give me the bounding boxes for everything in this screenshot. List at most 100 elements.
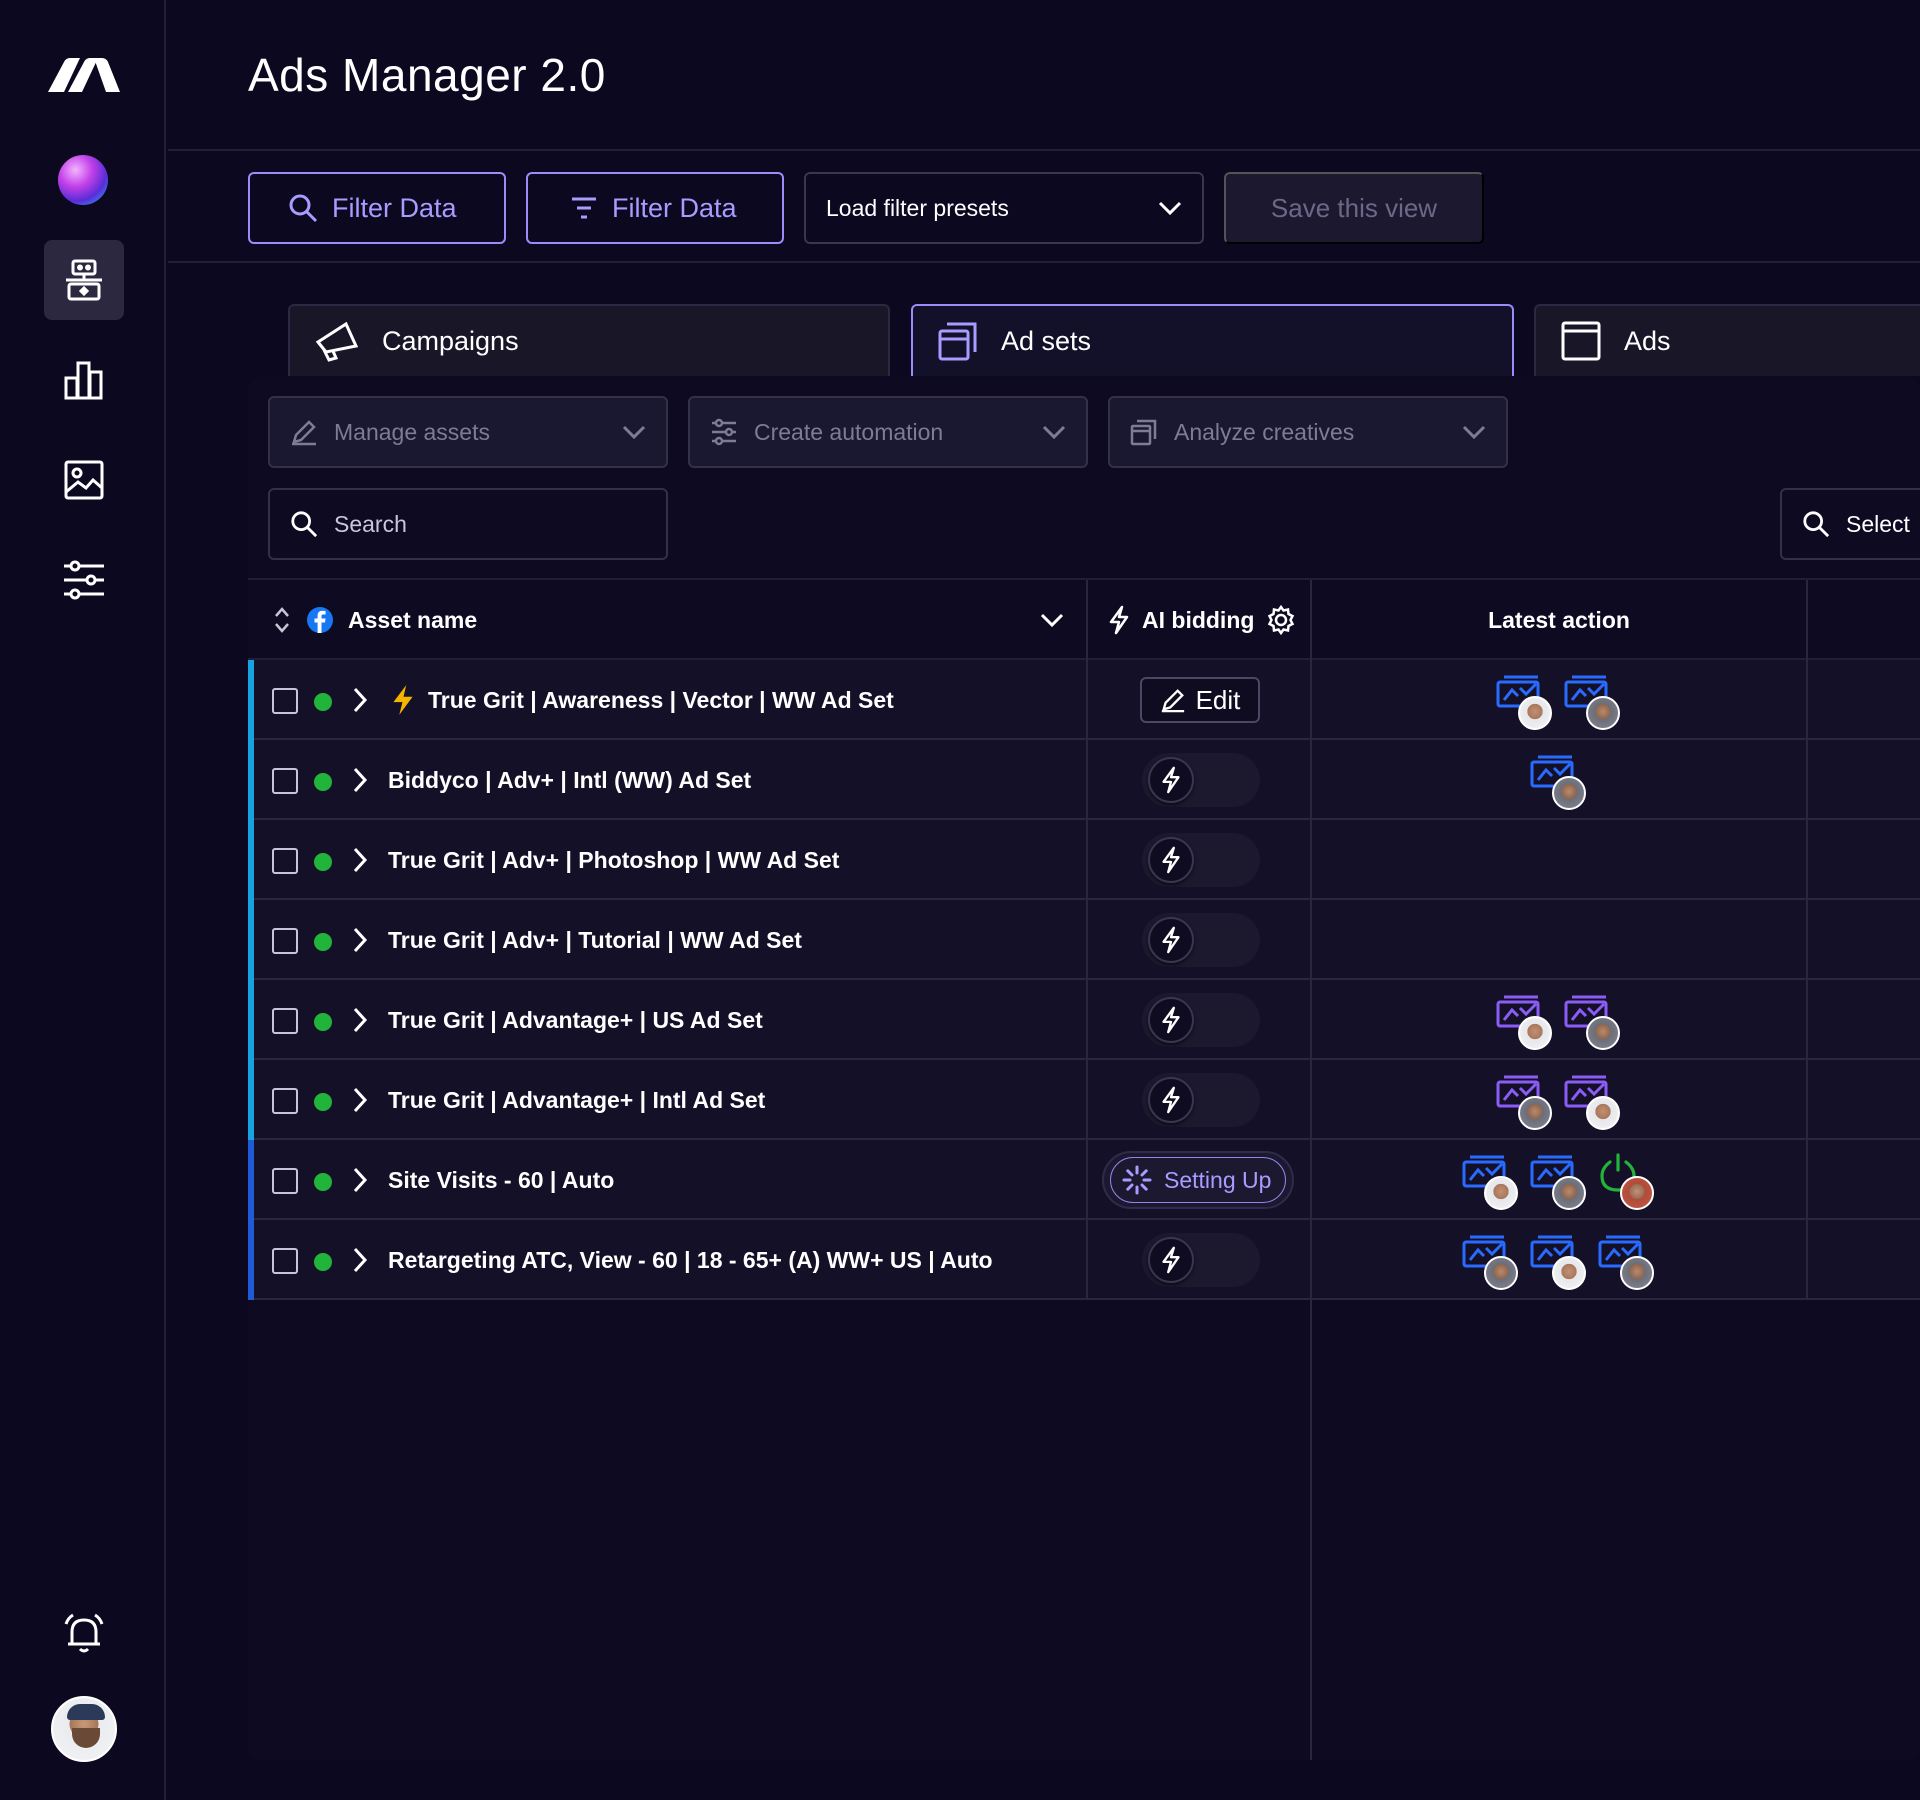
table-row[interactable]: True Grit | Adv+ | Tutorial | WW Ad Set xyxy=(248,900,1920,980)
load-filter-presets-select[interactable]: Load filter presets xyxy=(804,172,1204,244)
table-row[interactable]: True Grit | Adv+ | Photoshop | WW Ad Set xyxy=(248,820,1920,900)
row-status-stripe xyxy=(248,1220,254,1300)
budget-change-action-icon[interactable] xyxy=(1496,994,1552,1050)
budget-change-action-icon[interactable] xyxy=(1496,674,1552,730)
stacked-pages-icon xyxy=(1130,419,1157,446)
tab-ads-label: Ads xyxy=(1624,325,1671,356)
row-status-stripe xyxy=(248,1060,254,1140)
ai-bidding-toggle[interactable] xyxy=(1142,1233,1260,1287)
table-row[interactable]: True Grit | Advantage+ | US Ad Set xyxy=(248,980,1920,1060)
toolbar-divider xyxy=(168,261,1920,263)
column-latest-action[interactable]: Latest action xyxy=(1312,580,1806,660)
budget-change-action-icon[interactable] xyxy=(1530,1154,1586,1210)
power-toggle-action-icon[interactable] xyxy=(1598,1153,1654,1210)
budget-change-action-icon[interactable] xyxy=(1496,1074,1552,1130)
ai-bidding-toggle[interactable] xyxy=(1142,1073,1260,1127)
filter-data-search-label: Filter Data xyxy=(332,192,457,223)
ai-bidding-toggle[interactable] xyxy=(1142,993,1260,1047)
budget-change-action-icon[interactable] xyxy=(1564,994,1620,1050)
analytics-nav-icon[interactable] xyxy=(44,340,124,420)
tab-campaigns[interactable]: Campaigns xyxy=(288,304,890,376)
pencil-icon xyxy=(292,420,316,446)
asset-name[interactable]: Retargeting ATC, View - 60 | 18 - 65+ (A… xyxy=(388,1220,993,1300)
user-avatar xyxy=(1552,776,1586,810)
row-status-stripe xyxy=(248,820,254,900)
row-status-stripe xyxy=(248,660,254,740)
manage-assets-dropdown[interactable]: Manage assets xyxy=(268,396,668,468)
ai-bidding-toggle[interactable] xyxy=(1142,753,1260,807)
chevron-right-icon[interactable] xyxy=(352,1086,368,1119)
chevron-right-icon[interactable] xyxy=(352,846,368,879)
tab-ads[interactable]: Ads xyxy=(1534,304,1920,376)
chevron-right-icon[interactable] xyxy=(352,1166,368,1199)
asset-name[interactable]: True Grit | Awareness | Vector | WW Ad S… xyxy=(428,660,894,740)
sliders-icon xyxy=(712,418,736,446)
tab-ad-sets[interactable]: Ad sets xyxy=(911,304,1514,376)
search-input[interactable]: Search xyxy=(268,488,668,560)
table-row[interactable]: True Grit | Advantage+ | Intl Ad Set xyxy=(248,1060,1920,1140)
sort-icon[interactable] xyxy=(272,605,292,635)
gear-icon[interactable] xyxy=(1266,605,1296,635)
chevron-right-icon[interactable] xyxy=(352,1246,368,1279)
page-title: Ads Manager 2.0 xyxy=(248,49,606,101)
user-avatar[interactable] xyxy=(51,1696,117,1762)
budget-change-action-icon[interactable] xyxy=(1564,674,1620,730)
chevron-right-icon[interactable] xyxy=(352,766,368,799)
budget-change-action-icon[interactable] xyxy=(1530,754,1586,810)
column-asset-name[interactable]: Asset name xyxy=(272,580,1072,660)
ai-bidding-toggle[interactable] xyxy=(1142,913,1260,967)
budget-change-action-icon[interactable] xyxy=(1564,1074,1620,1130)
row-checkbox[interactable] xyxy=(272,848,298,874)
asset-name[interactable]: True Grit | Advantage+ | US Ad Set xyxy=(388,980,763,1060)
column-ai-bidding-label: AI bidding xyxy=(1142,606,1255,633)
chevron-right-icon[interactable] xyxy=(352,686,368,719)
table-row[interactable]: Biddyco | Adv+ | Intl (WW) Ad Set xyxy=(248,740,1920,820)
asset-name[interactable]: True Grit | Adv+ | Tutorial | WW Ad Set xyxy=(388,900,802,980)
asset-name[interactable]: True Grit | Adv+ | Photoshop | WW Ad Set xyxy=(388,820,839,900)
status-active-dot xyxy=(314,853,332,871)
lightning-bolt-icon xyxy=(1148,917,1194,963)
budget-change-action-icon[interactable] xyxy=(1462,1234,1518,1290)
budget-change-action-icon[interactable] xyxy=(1530,1234,1586,1290)
table-row[interactable]: True Grit | Awareness | Vector | WW Ad S… xyxy=(248,660,1920,740)
row-checkbox[interactable] xyxy=(272,1168,298,1194)
search-icon xyxy=(1803,511,1830,538)
row-checkbox[interactable] xyxy=(272,1008,298,1034)
edit-bidding-button[interactable]: Edit xyxy=(1140,677,1260,723)
column-ai-bidding[interactable]: AI bidding xyxy=(1108,580,1308,660)
filter-data-search-button[interactable]: Filter Data xyxy=(248,172,506,244)
row-checkbox[interactable] xyxy=(272,1088,298,1114)
ads-manager-nav-icon[interactable] xyxy=(44,240,124,320)
column-divider xyxy=(1086,580,1088,1300)
creatives-gallery-nav-icon[interactable] xyxy=(44,440,124,520)
chevron-right-icon[interactable] xyxy=(352,1006,368,1039)
asset-name[interactable]: Site Visits - 60 | Auto xyxy=(388,1140,614,1220)
column-asset-name-label: Asset name xyxy=(348,606,478,633)
analyze-creatives-dropdown[interactable]: Analyze creatives xyxy=(1108,396,1508,468)
budget-change-action-icon[interactable] xyxy=(1462,1154,1518,1210)
brand-logo-icon[interactable] xyxy=(46,56,122,99)
row-checkbox[interactable] xyxy=(272,688,298,714)
row-checkbox[interactable] xyxy=(272,1248,298,1274)
table-row[interactable]: Site Visits - 60 | Auto xyxy=(248,1140,1920,1220)
row-checkbox[interactable] xyxy=(272,928,298,954)
column-latest-action-label: Latest action xyxy=(1488,606,1630,633)
notifications-bell-icon[interactable] xyxy=(44,1594,124,1674)
asset-name[interactable]: True Grit | Advantage+ | Intl Ad Set xyxy=(388,1060,765,1140)
row-checkbox[interactable] xyxy=(272,768,298,794)
ai-assistant-orb-icon[interactable] xyxy=(58,155,108,205)
create-automation-dropdown[interactable]: Create automation xyxy=(688,396,1088,468)
automation-settings-nav-icon[interactable] xyxy=(44,540,124,620)
budget-change-action-icon[interactable] xyxy=(1598,1234,1654,1290)
ai-bidding-toggle[interactable] xyxy=(1142,833,1260,887)
filter-data-button[interactable]: Filter Data xyxy=(526,172,784,244)
select-search-input[interactable]: Select xyxy=(1780,488,1920,560)
user-avatar xyxy=(1484,1256,1518,1290)
chevron-right-icon[interactable] xyxy=(352,926,368,959)
select-label: Select xyxy=(1846,510,1910,537)
save-view-button[interactable]: Save this view xyxy=(1224,172,1484,244)
table-row[interactable]: Retargeting ATC, View - 60 | 18 - 65+ (A… xyxy=(248,1220,1920,1300)
asset-name[interactable]: Biddyco | Adv+ | Intl (WW) Ad Set xyxy=(388,740,751,820)
chevron-down-icon[interactable] xyxy=(1040,613,1064,627)
lightning-bolt-icon xyxy=(390,684,416,721)
